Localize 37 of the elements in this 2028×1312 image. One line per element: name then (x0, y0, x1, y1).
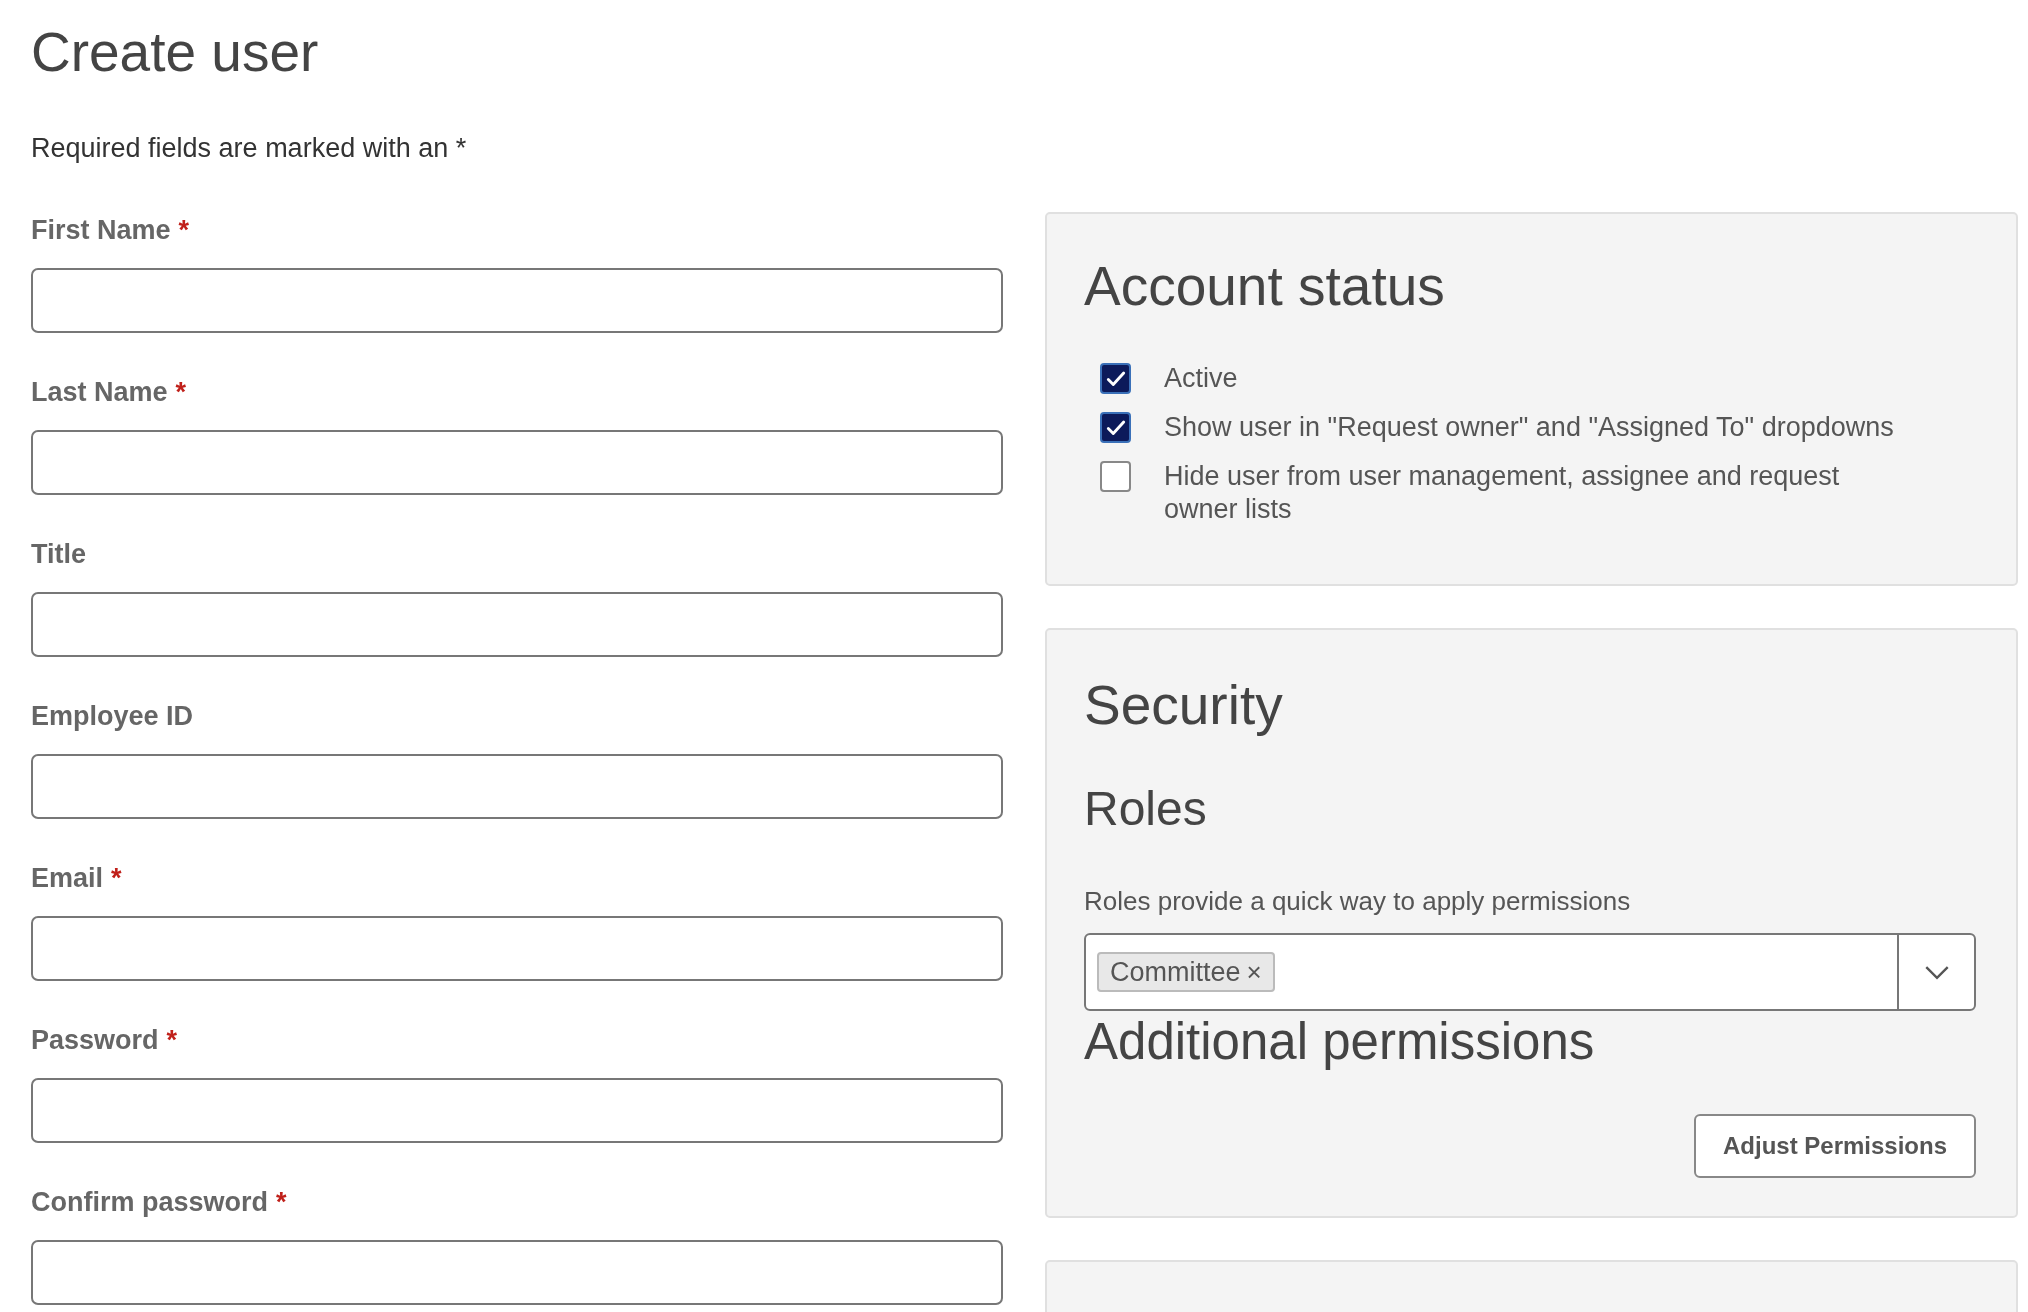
page-title: Create user (31, 20, 319, 85)
remove-tag-button[interactable]: × (1246, 952, 1262, 992)
tag-label: Committee (1110, 955, 1241, 989)
section-heading: Account status (1084, 254, 1445, 319)
field-label: Last Name (31, 375, 168, 409)
field-label: Password (31, 1023, 159, 1057)
checkbox-label: Active (1164, 362, 1238, 395)
adjust-permissions-button[interactable]: Adjust Permissions (1694, 1114, 1976, 1178)
field-label: Title (31, 537, 86, 571)
required-asterisk: * (178, 213, 190, 247)
section-heading: Security (1084, 673, 1283, 738)
text-input-field[interactable] (31, 1240, 1003, 1305)
required-asterisk: * (276, 1185, 287, 1219)
field-label: Employee ID (31, 699, 194, 733)
text-input-field[interactable] (31, 430, 1003, 495)
subsection-heading: Additional permissions (1084, 1012, 1595, 1072)
text-input-field[interactable] (31, 754, 1003, 819)
required-asterisk: * (111, 861, 122, 895)
text-input-field[interactable] (31, 592, 1003, 657)
checkbox[interactable] (1100, 412, 1131, 443)
required-fields-note: Required fields are marked with an * (31, 132, 467, 165)
text-input-field[interactable] (31, 268, 1003, 333)
checkbox-label: Show user in "Request owner" and "Assigned To" dropdowns (1164, 411, 1894, 444)
chevron-down-icon (1923, 964, 1950, 980)
field-label: Email (31, 861, 104, 895)
text-input-field[interactable] (31, 1078, 1003, 1143)
required-asterisk: * (175, 375, 187, 409)
roles-select-field[interactable]: Committee × (1084, 933, 1976, 1011)
required-asterisk: * (166, 1023, 178, 1057)
text-input-field[interactable] (31, 916, 1003, 981)
roles-help-text: Roles provide a quick way to apply permissions (1084, 885, 1631, 918)
field-label: First Name (31, 213, 171, 247)
checkbox-label: Hide user from user management, assignee and request owner lists (1164, 460, 1841, 526)
checkbox[interactable] (1100, 363, 1131, 394)
subsection-heading: Roles (1084, 781, 1207, 837)
field-label: Confirm password (31, 1185, 269, 1219)
checkbox[interactable] (1100, 461, 1131, 492)
